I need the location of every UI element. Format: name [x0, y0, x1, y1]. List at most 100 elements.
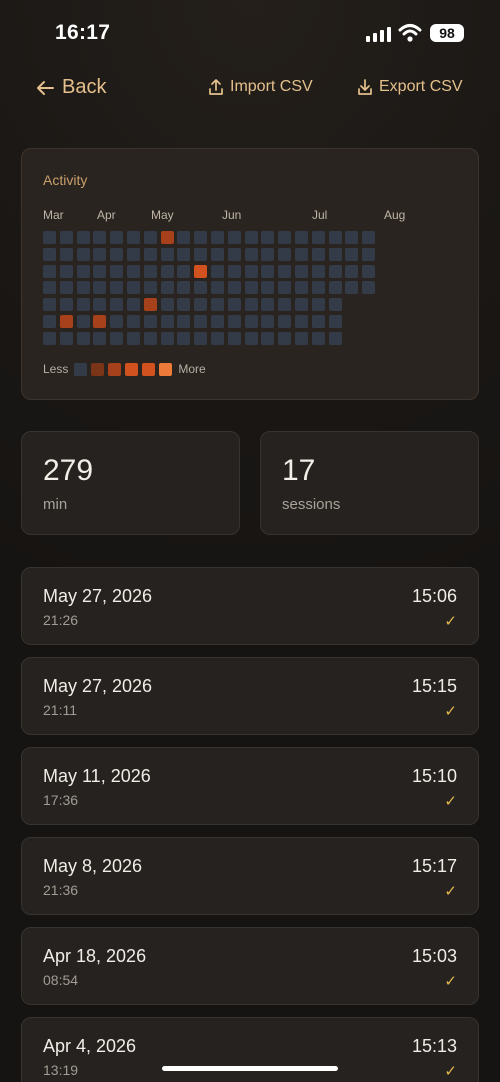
heatmap-cell — [110, 298, 124, 312]
import-csv-label: Import CSV — [230, 78, 313, 95]
heatmap-cell — [43, 247, 56, 261]
heatmap-cell — [261, 281, 275, 295]
heatmap-cell — [43, 315, 56, 328]
heatmap-cell — [328, 281, 342, 295]
sessions-stat-card: 17 sessions — [260, 431, 479, 535]
session-duration: 15:15 — [411, 676, 457, 696]
heatmap-cell — [227, 281, 241, 295]
heatmap-cell — [143, 315, 157, 328]
heatmap-cell — [311, 315, 325, 328]
heatmap-cell — [76, 315, 90, 328]
sessions-label: sessions — [282, 496, 341, 513]
heatmap-cell — [328, 331, 342, 345]
session-date: Apr 18, 2026 — [43, 946, 147, 966]
heatmap-cell — [194, 331, 208, 345]
legend-swatch — [159, 362, 173, 376]
battery-icon: 98 — [430, 24, 464, 42]
heatmap-cell — [328, 315, 342, 328]
heatmap-cell — [93, 264, 107, 278]
heatmap-cell — [76, 331, 90, 345]
heatmap-cell — [143, 231, 157, 244]
session-row[interactable]: Apr 18, 2026 08:54 15:03 ✓ — [21, 927, 479, 1005]
heatmap-cell — [93, 315, 107, 328]
home-indicator[interactable] — [162, 1066, 338, 1071]
session-row[interactable]: May 27, 2026 21:26 15:06 ✓ — [21, 567, 479, 645]
heatmap-cell — [127, 281, 140, 295]
heatmap-cell — [345, 281, 359, 295]
activity-months: Mar Apr May Jun Jul Aug — [43, 208, 463, 222]
wifi-icon — [398, 24, 422, 42]
heatmap-cell — [43, 331, 56, 345]
heatmap-cell — [311, 298, 325, 312]
session-time: 17:36 — [43, 792, 79, 808]
session-row[interactable]: May 27, 2026 21:11 15:15 ✓ — [21, 657, 479, 735]
heatmap-cell — [160, 281, 174, 295]
heatmap-cell — [110, 331, 124, 345]
month-label: Mar — [43, 208, 64, 222]
heatmap-cell — [295, 331, 308, 345]
heatmap-cell — [328, 231, 342, 244]
heatmap-cell — [59, 231, 73, 244]
heatmap-cell — [127, 247, 140, 261]
heatmap-cell — [93, 298, 107, 312]
heatmap-cell — [328, 298, 342, 312]
status-time: 16:17 — [55, 21, 111, 44]
heatmap-cell — [211, 247, 224, 261]
heatmap-cell — [244, 298, 258, 312]
heatmap-cell — [345, 264, 359, 278]
heatmap-cell — [59, 315, 73, 328]
heatmap-cell — [143, 264, 157, 278]
heatmap-cell — [211, 264, 224, 278]
heatmap-cell — [143, 281, 157, 295]
legend-less: Less — [43, 362, 69, 376]
upload-icon — [209, 79, 223, 95]
heatmap-cell — [311, 264, 325, 278]
export-csv-button[interactable]: Export CSV — [357, 78, 463, 96]
heatmap-cell — [227, 298, 241, 312]
session-date: May 27, 2026 — [43, 676, 153, 696]
heatmap-cell — [244, 231, 258, 244]
heatmap-cell — [278, 281, 292, 295]
session-duration: 15:13 — [411, 1036, 457, 1056]
heatmap-cell — [194, 264, 208, 278]
heatmap-cell — [311, 247, 325, 261]
import-csv-button[interactable]: Import CSV — [208, 78, 313, 96]
heatmap-cell — [278, 331, 292, 345]
checkmark-icon: ✓ — [444, 703, 457, 720]
activity-card: Activity Mar Apr May Jun Jul Aug Less Mo… — [21, 148, 479, 400]
heatmap-cell — [177, 231, 191, 244]
checkmark-icon: ✓ — [444, 1063, 457, 1080]
heatmap-cell — [278, 247, 292, 261]
heatmap-cell — [261, 264, 275, 278]
heatmap-cell — [177, 247, 191, 261]
heatmap-cell — [43, 231, 56, 244]
heatmap-cell — [244, 315, 258, 328]
session-date: May 27, 2026 — [43, 586, 153, 606]
session-row[interactable]: Apr 4, 2026 13:19 15:13 ✓ — [21, 1017, 479, 1082]
session-row[interactable]: May 8, 2026 21:36 15:17 ✓ — [21, 837, 479, 915]
heatmap-cell — [362, 231, 376, 244]
activity-title: Activity — [43, 172, 88, 188]
heatmap-cell — [227, 247, 241, 261]
heatmap-cell — [110, 315, 124, 328]
heatmap-cell — [261, 247, 275, 261]
heatmap-cell — [76, 231, 90, 244]
heatmap-cell — [59, 281, 73, 295]
session-date: May 8, 2026 — [43, 856, 143, 876]
session-time: 13:19 — [43, 1062, 79, 1078]
heatmap-cell — [211, 298, 224, 312]
heatmap-cell — [345, 247, 359, 261]
heatmap-cell — [328, 264, 342, 278]
month-label: Jun — [222, 208, 242, 222]
heatmap-cell — [244, 264, 258, 278]
heatmap-cell — [194, 281, 208, 295]
session-row[interactable]: May 11, 2026 17:36 15:10 ✓ — [21, 747, 479, 825]
minutes-label: min — [43, 496, 68, 513]
heatmap-cell — [177, 331, 191, 345]
back-button[interactable]: Back — [36, 76, 106, 99]
heatmap-cell — [43, 298, 56, 312]
heatmap-cell — [93, 281, 107, 295]
legend-swatch — [125, 362, 139, 376]
heatmap-cell — [211, 231, 224, 244]
checkmark-icon: ✓ — [444, 613, 457, 630]
